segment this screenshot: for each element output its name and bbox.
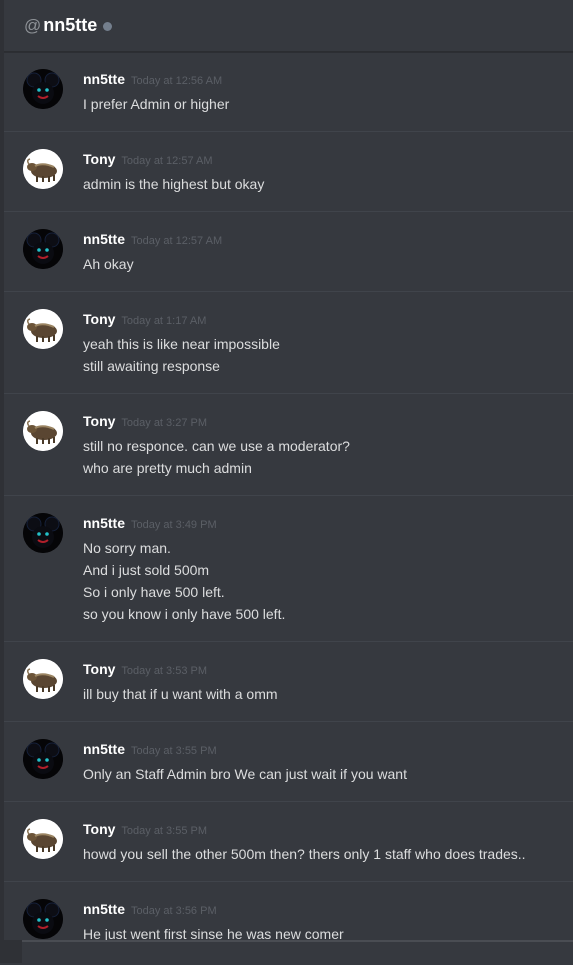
timestamp: Today at 3:27 PM bbox=[121, 417, 208, 429]
message-content: ill buy that if u want with a omm bbox=[83, 683, 563, 705]
window-left-edge-bottom bbox=[0, 940, 22, 963]
username[interactable]: Tony bbox=[83, 413, 115, 429]
message-content: howd you sell the other 500m then? thers… bbox=[83, 843, 563, 865]
tony-avatar[interactable] bbox=[23, 149, 63, 189]
timestamp: Today at 3:49 PM bbox=[131, 519, 217, 531]
nn5tte-avatar[interactable] bbox=[23, 69, 63, 109]
tony-avatar[interactable] bbox=[23, 659, 63, 699]
message-text: No sorry man. bbox=[83, 540, 171, 556]
nn5tte-avatar[interactable] bbox=[23, 229, 63, 269]
message-text: admin is the highest but okay bbox=[83, 176, 265, 192]
username[interactable]: nn5tte bbox=[83, 515, 125, 531]
timestamp: Today at 12:56 AM bbox=[131, 75, 223, 87]
message-row[interactable]: nn5tte Today at 3:55 PM Only an Staff Admi… bbox=[4, 722, 573, 802]
message-list[interactable]: nn5tte Today at 12:56 AM I prefer Admin or… bbox=[4, 52, 573, 940]
message-row[interactable]: nn5tte Today at 12:56 AM I prefer Admin or… bbox=[4, 52, 573, 132]
message-row[interactable]: nn5tte Today at 3:56 PM He just went first… bbox=[4, 882, 573, 940]
message-header: nn5tte Today at 12:57 AM bbox=[83, 231, 222, 249]
message-text: Only an Staff Admin bro We can just wait… bbox=[83, 766, 407, 782]
message-content: Only an Staff Admin bro We can just wait… bbox=[83, 763, 563, 785]
message-text: so you know i only have 500 left. bbox=[83, 606, 286, 622]
message-text: And i just sold 500m bbox=[83, 562, 210, 578]
message-content: admin is the highest but okay bbox=[83, 173, 563, 195]
nn5tte-avatar[interactable] bbox=[23, 899, 63, 939]
timestamp: Today at 3:53 PM bbox=[121, 665, 208, 677]
username[interactable]: Tony bbox=[83, 661, 115, 677]
message-text: who are pretty much admin bbox=[83, 460, 252, 476]
offline-status-icon bbox=[103, 21, 113, 31]
message-header: nn5tte Today at 3:55 PM bbox=[83, 741, 217, 759]
message-text: still awaiting response bbox=[83, 358, 220, 374]
message-header: Tony Today at 3:53 PM bbox=[83, 661, 207, 679]
username[interactable]: nn5tte bbox=[83, 71, 125, 87]
timestamp: Today at 3:56 PM bbox=[131, 905, 217, 917]
message-row[interactable]: Tony Today at 1:17 AM yeah this is like ne… bbox=[4, 292, 573, 394]
message-row[interactable]: nn5tte Today at 3:49 PM No sorry man. And i… bbox=[4, 496, 573, 642]
username[interactable]: Tony bbox=[83, 821, 115, 837]
at-symbol: @ bbox=[24, 15, 42, 35]
username[interactable]: nn5tte bbox=[83, 901, 125, 917]
message-text: howd you sell the other 500m then? thers… bbox=[83, 846, 526, 862]
message-content: yeah this is like near impossible still a… bbox=[83, 333, 563, 377]
message-text: still no responce. can we use a moderato… bbox=[83, 438, 350, 454]
message-header: nn5tte Today at 12:56 AM bbox=[83, 71, 222, 89]
message-text: So i only have 500 left. bbox=[83, 584, 225, 600]
nn5tte-avatar[interactable] bbox=[23, 739, 63, 779]
message-text: yeah this is like near impossible bbox=[83, 336, 280, 352]
timestamp: Today at 1:17 AM bbox=[121, 315, 207, 327]
tony-avatar[interactable] bbox=[23, 309, 63, 349]
message-content: I prefer Admin or higher bbox=[83, 93, 563, 115]
username[interactable]: nn5tte bbox=[83, 741, 125, 757]
message-header: Tony Today at 3:55 PM bbox=[83, 821, 207, 839]
message-row[interactable]: nn5tte Today at 12:57 AM Ah okay bbox=[4, 212, 573, 292]
channel-name[interactable]: nn5tte bbox=[43, 15, 97, 36]
message-header: nn5tte Today at 3:49 PM bbox=[83, 515, 217, 533]
message-content: Ah okay bbox=[83, 253, 563, 275]
message-header: Tony Today at 3:27 PM bbox=[83, 413, 207, 431]
message-row[interactable]: Tony Today at 3:55 PM howd you sell the ot… bbox=[4, 802, 573, 882]
message-text: He just went first sinse he was new come… bbox=[83, 926, 344, 940]
message-content: No sorry man. And i just sold 500m So i on… bbox=[83, 537, 563, 625]
message-text: I prefer Admin or higher bbox=[83, 96, 230, 112]
timestamp: Today at 3:55 PM bbox=[131, 745, 217, 757]
message-text: ill buy that if u want with a omm bbox=[83, 686, 278, 702]
message-composer-edge bbox=[22, 940, 573, 965]
message-text: Ah okay bbox=[83, 256, 134, 272]
timestamp: Today at 3:55 PM bbox=[121, 825, 208, 837]
timestamp: Today at 12:57 AM bbox=[121, 155, 213, 167]
message-content: He just went first sinse he was new come… bbox=[83, 923, 563, 940]
message-row[interactable]: Tony Today at 3:27 PM still no responce. c… bbox=[4, 394, 573, 496]
message-header: Tony Today at 12:57 AM bbox=[83, 151, 213, 169]
username[interactable]: Tony bbox=[83, 151, 115, 167]
username[interactable]: nn5tte bbox=[83, 231, 125, 247]
message-row[interactable]: Tony Today at 12:57 AM admin is the highes… bbox=[4, 132, 573, 212]
message-content: still no responce. can we use a moderato… bbox=[83, 435, 563, 479]
dm-header: @ nn5tte bbox=[4, 0, 573, 52]
username[interactable]: Tony bbox=[83, 311, 115, 327]
tony-avatar[interactable] bbox=[23, 411, 63, 451]
message-header: Tony Today at 1:17 AM bbox=[83, 311, 206, 329]
message-row[interactable]: Tony Today at 3:53 PM ill buy that if u wa… bbox=[4, 642, 573, 722]
nn5tte-avatar[interactable] bbox=[23, 513, 63, 553]
message-header: nn5tte Today at 3:56 PM bbox=[83, 901, 217, 919]
timestamp: Today at 12:57 AM bbox=[131, 235, 223, 247]
tony-avatar[interactable] bbox=[23, 819, 63, 859]
